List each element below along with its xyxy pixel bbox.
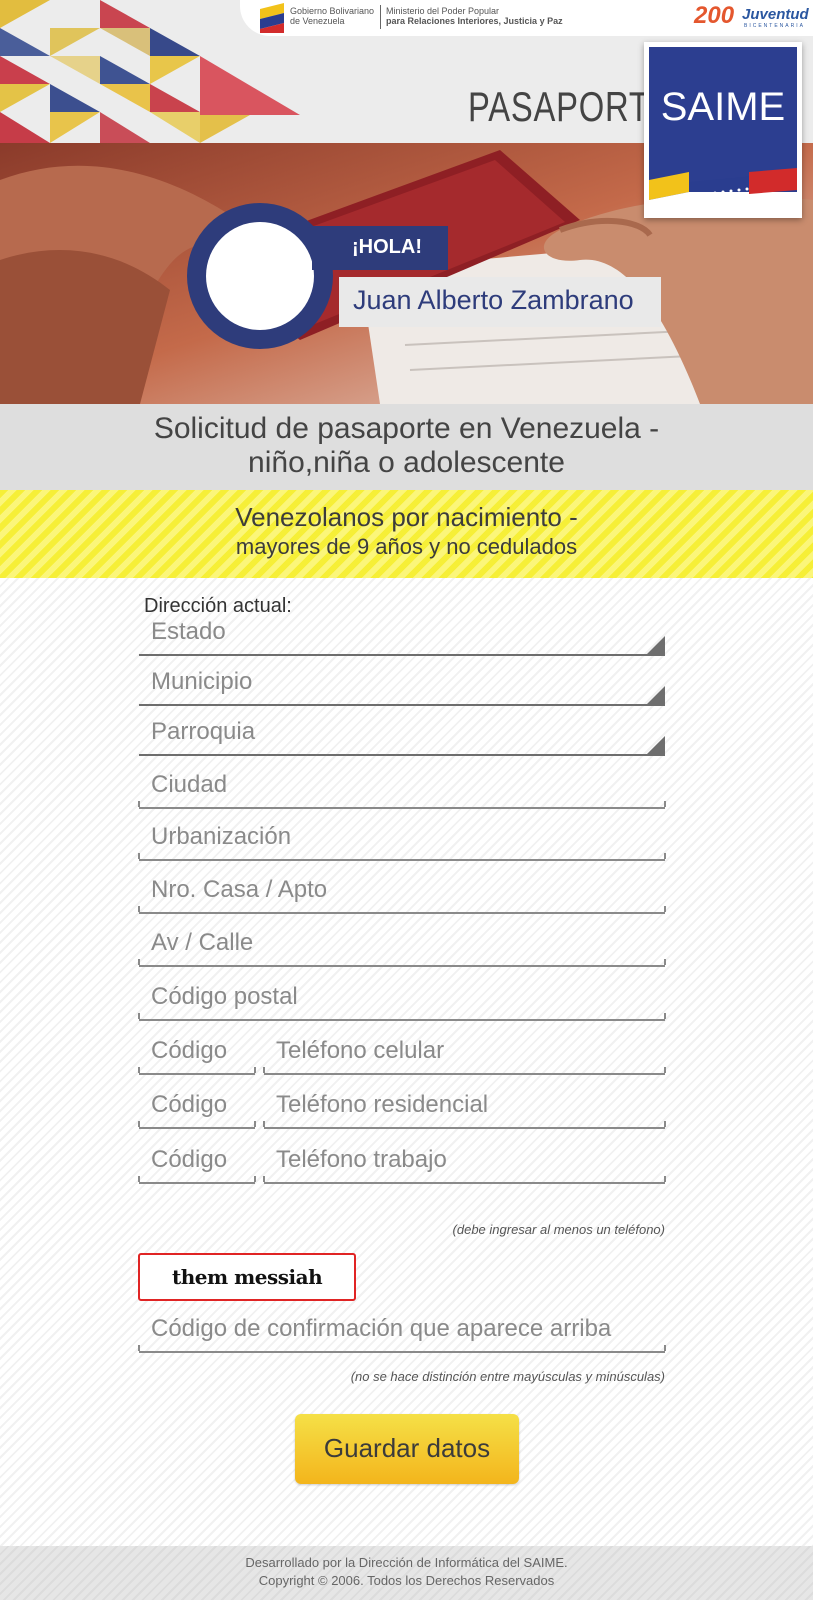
municipio-select-value: Municipio xyxy=(151,668,253,695)
user-name: Juan Alberto Zambrano xyxy=(339,277,661,327)
page-title-line-2: niño,niña o adolescente xyxy=(248,446,565,479)
greeting-label: ¡HOLA! xyxy=(312,226,448,270)
case-note: (no se hace distinción entre mayúsculas … xyxy=(350,1369,665,1384)
address-label: Dirección actual: xyxy=(144,595,292,617)
field-tick xyxy=(664,801,666,807)
codigo-postal-input[interactable]: Código postal xyxy=(138,983,666,1021)
venezuela-flag-icon xyxy=(260,3,284,33)
gov-separator xyxy=(380,5,381,29)
saime-logo: SAIME xyxy=(644,42,802,218)
celular-phone-input[interactable]: Teléfono celular xyxy=(263,1035,666,1075)
field-tick xyxy=(664,1345,666,1351)
municipio-select[interactable]: Municipio xyxy=(139,668,665,706)
field-tick xyxy=(664,1067,666,1073)
field-tick xyxy=(664,1176,666,1182)
field-tick xyxy=(138,959,140,965)
captcha-image: them messiah xyxy=(138,1253,356,1301)
field-tick xyxy=(664,959,666,965)
field-tick xyxy=(664,1013,666,1019)
nro-casa-input[interactable]: Nro. Casa / Apto xyxy=(138,876,666,914)
flag-stripes-icon xyxy=(649,168,797,213)
bicentenario-text: Juventud xyxy=(742,6,809,23)
save-button[interactable]: Guardar datos xyxy=(295,1414,519,1484)
field-tick xyxy=(138,1121,140,1127)
residencial-code-placeholder: Código xyxy=(151,1091,228,1118)
pasaporte-heading: PASAPORTE xyxy=(468,83,673,130)
field-tick xyxy=(138,853,140,859)
field-tick xyxy=(664,853,666,859)
page-subtitle-line-1: Venezolanos por nacimiento - xyxy=(235,502,578,532)
av-calle-placeholder: Av / Calle xyxy=(151,929,254,956)
field-tick xyxy=(138,1067,140,1073)
field-tick xyxy=(138,906,140,912)
gov-line-2: de Venezuela xyxy=(290,16,345,26)
page-title-line-1: Solicitud de pasaporte en Venezuela - xyxy=(153,412,660,445)
captcha-input[interactable]: Código de confirmación que aparece arrib… xyxy=(138,1313,666,1353)
page-subtitle-line-2: mayores de 9 años y no cedulados xyxy=(235,534,578,559)
footer: Desarrollado por la Dirección de Informá… xyxy=(0,1546,813,1600)
trabajo-phone-placeholder: Teléfono trabajo xyxy=(276,1146,447,1173)
ministry-line-1: Ministerio del Poder Popular xyxy=(386,6,500,16)
captcha-input-placeholder: Código de confirmación que aparece arrib… xyxy=(151,1315,612,1342)
field-tick xyxy=(263,1176,265,1182)
bicentenario-sub: BICENTENARIA xyxy=(744,23,805,29)
phone-note: (debe ingresar al menos un teléfono) xyxy=(452,1222,665,1237)
field-tick xyxy=(263,1121,265,1127)
field-tick xyxy=(263,1067,265,1073)
avatar xyxy=(206,222,314,330)
address-form: Dirección actual: Estado Municipio Parro… xyxy=(0,578,813,1546)
residencial-phone-placeholder: Teléfono residencial xyxy=(276,1091,489,1118)
residencial-phone-input[interactable]: Teléfono residencial xyxy=(263,1089,666,1129)
bicentenario-number: 200 xyxy=(694,2,735,29)
dropdown-arrow-icon xyxy=(647,686,665,704)
field-tick xyxy=(138,1345,140,1351)
field-tick xyxy=(664,906,666,912)
celular-phone-placeholder: Teléfono celular xyxy=(276,1037,445,1064)
field-tick xyxy=(664,1121,666,1127)
field-tick xyxy=(138,801,140,807)
urbanizacion-placeholder: Urbanización xyxy=(151,823,292,850)
parroquia-select-value: Parroquia xyxy=(151,718,256,745)
field-tick xyxy=(138,1013,140,1019)
dropdown-arrow-icon xyxy=(647,636,665,654)
gov-line-1: Gobierno Bolivariano xyxy=(290,6,375,16)
urbanizacion-input[interactable]: Urbanización xyxy=(138,823,666,861)
saime-logo-text: SAIME xyxy=(660,85,786,129)
trabajo-code-input[interactable]: Código xyxy=(138,1144,256,1184)
page-subtitle: Venezolanos por nacimiento - mayores de … xyxy=(0,490,813,578)
ciudad-placeholder: Ciudad xyxy=(151,771,228,798)
field-tick xyxy=(254,1067,256,1073)
captcha-text: them messiah xyxy=(172,1265,323,1289)
codigo-postal-placeholder: Código postal xyxy=(151,983,298,1010)
ciudad-input[interactable]: Ciudad xyxy=(138,771,666,809)
nro-casa-placeholder: Nro. Casa / Apto xyxy=(151,876,328,903)
estado-select-value: Estado xyxy=(151,618,226,645)
field-tick xyxy=(254,1176,256,1182)
saime-logo-box: SAIME xyxy=(649,47,797,213)
trabajo-code-placeholder: Código xyxy=(151,1146,228,1173)
celular-code-input[interactable]: Código xyxy=(138,1035,256,1075)
trabajo-phone-input[interactable]: Teléfono trabajo xyxy=(263,1144,666,1184)
field-tick xyxy=(138,1176,140,1182)
footer-line-1: Desarrollado por la Dirección de Informá… xyxy=(245,1555,568,1570)
page-title: Solicitud de pasaporte en Venezuela - ni… xyxy=(0,404,813,490)
dropdown-arrow-icon xyxy=(647,736,665,754)
header-banner: Gobierno Bolivariano de Venezuela Minist… xyxy=(0,0,813,404)
residencial-code-input[interactable]: Código xyxy=(138,1089,256,1129)
celular-code-placeholder: Código xyxy=(151,1037,228,1064)
footer-copyright: Copyright © 2006. Todos los Derechos Res… xyxy=(258,1573,555,1588)
parroquia-select[interactable]: Parroquia xyxy=(139,718,665,756)
field-tick xyxy=(254,1121,256,1127)
av-calle-input[interactable]: Av / Calle xyxy=(138,929,666,967)
estado-select[interactable]: Estado xyxy=(139,618,665,656)
ministry-line-2: para Relaciones Interiores, Justicia y P… xyxy=(386,16,563,26)
